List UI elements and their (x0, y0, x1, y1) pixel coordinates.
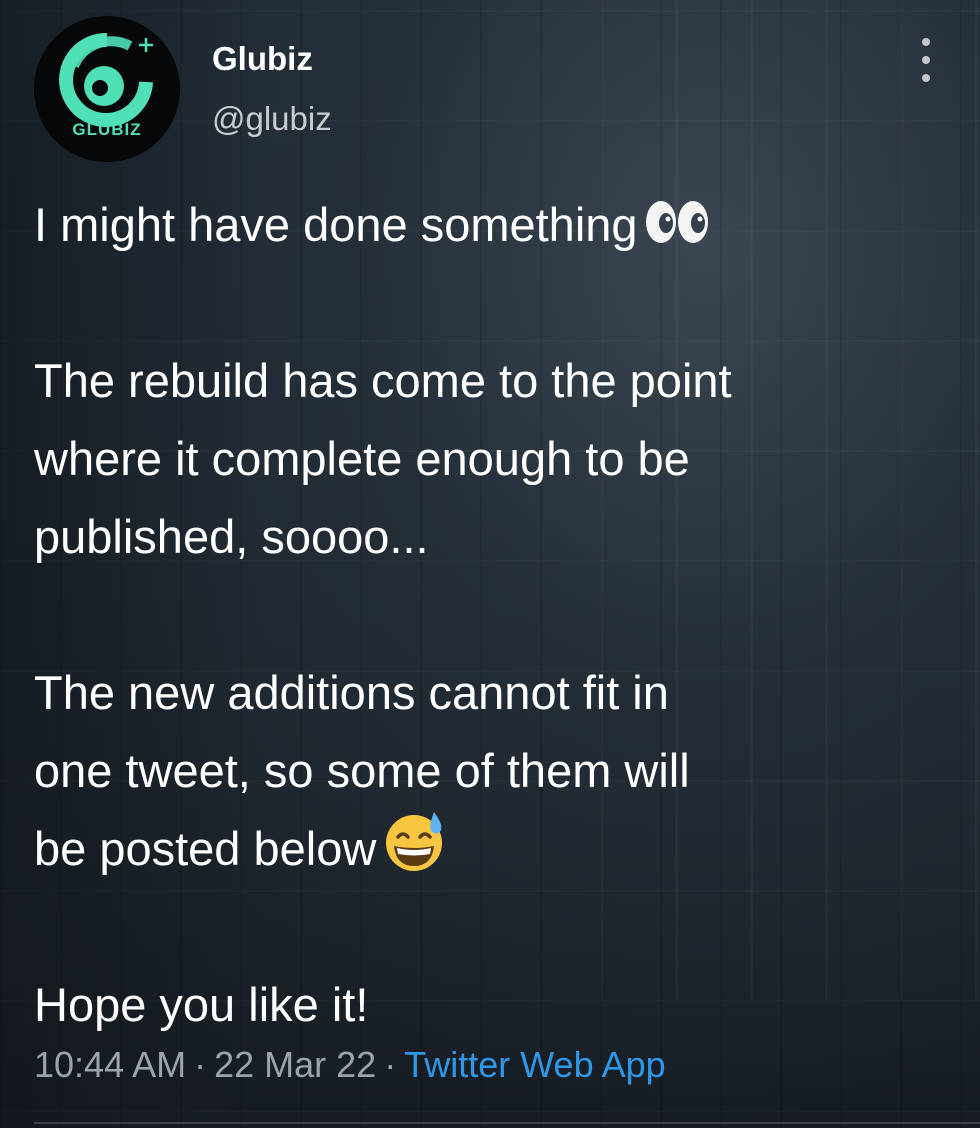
tweet-date[interactable]: 22 Mar 22 (214, 1044, 376, 1085)
tweet-line: I might have done something (34, 186, 954, 264)
tweet-line: The new additions cannot fit in (34, 666, 669, 719)
glubiz-logo-icon (34, 16, 180, 162)
tweet-line: The rebuild has come to the point (34, 354, 732, 407)
tweet-source-link[interactable]: Twitter Web App (404, 1044, 665, 1085)
tweet-line: where it complete enough to be (34, 432, 690, 485)
tweet-line: be posted below (34, 810, 954, 888)
dot-icon (922, 38, 930, 46)
author-handle[interactable]: @glubiz (212, 100, 332, 138)
tweet-line: Hope you like it! (34, 978, 369, 1031)
tweet-line: published, soooo... (34, 510, 429, 563)
tweet-meta: 10:44 AM · 22 Mar 22 · Twitter Web App (34, 1044, 666, 1086)
dot-icon (922, 74, 930, 82)
eyes-icon (644, 190, 710, 268)
tweet-time[interactable]: 10:44 AM (34, 1044, 186, 1085)
divider (34, 1122, 980, 1124)
author-display-name[interactable]: Glubiz (212, 40, 313, 78)
avatar-logo-text: GLUBIZ (72, 120, 142, 139)
grinning-sweat-icon (382, 810, 448, 895)
tweet-text: I might have done something The rebuild … (34, 186, 954, 1044)
tweet-line: one tweet, so some of them will (34, 744, 690, 797)
more-options-button[interactable] (912, 38, 940, 82)
meta-separator: · (194, 1044, 207, 1085)
tweet-card: GLUBIZ Glubiz @glubiz I might have done … (0, 0, 980, 1128)
dot-icon (922, 56, 930, 64)
meta-separator: · (384, 1044, 397, 1085)
avatar[interactable]: GLUBIZ (34, 16, 180, 162)
